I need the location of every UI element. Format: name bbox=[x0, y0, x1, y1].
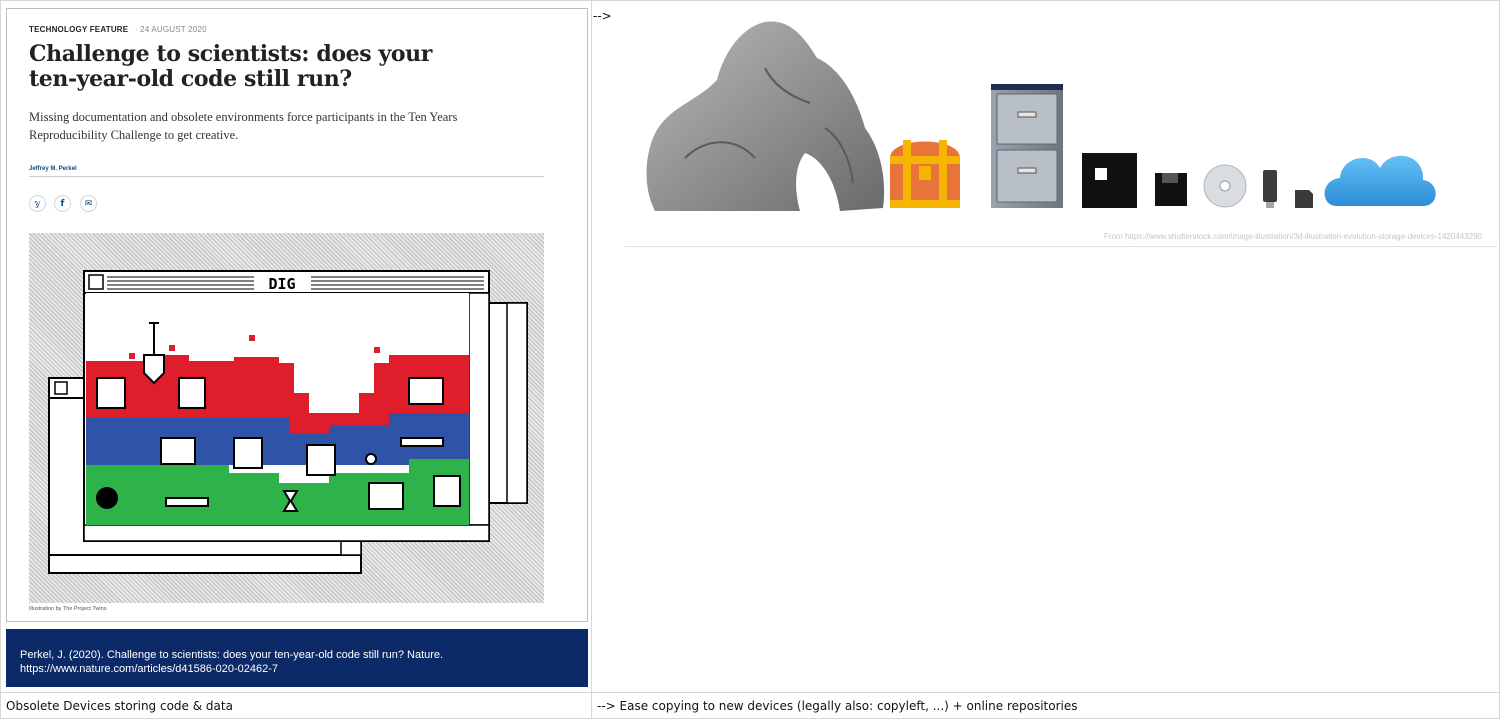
email-icon[interactable]: ✉ bbox=[80, 195, 97, 212]
small-floppy-icon bbox=[1155, 173, 1187, 206]
grid-caption-row bbox=[0, 692, 1500, 693]
storage-evolution-image bbox=[625, 8, 1497, 246]
illustration-credit: Illustration by The Project Twins bbox=[29, 606, 107, 612]
article-kicker-label: TECHNOLOGY FEATURE bbox=[29, 25, 129, 34]
twitter-icon[interactable]: 𝕪 bbox=[29, 195, 46, 212]
article-title[interactable]: Challenge to scientists: does your ten-y… bbox=[29, 42, 469, 92]
facebook-icon[interactable]: f bbox=[54, 195, 71, 212]
cloud-icon bbox=[1324, 155, 1436, 206]
filing-cabinet-icon bbox=[991, 84, 1063, 208]
grid-middle bbox=[591, 0, 592, 719]
storage-image-divider bbox=[625, 246, 1497, 247]
image-source-link[interactable]: From https://www.shutterstock.com/image-… bbox=[1030, 232, 1482, 241]
reference-citation: Perkel, J. (2020). Challenge to scientis… bbox=[20, 649, 444, 661]
dig-window-title: DIG bbox=[268, 275, 295, 293]
article-date-text: 24 AUGUST 2020 bbox=[140, 25, 207, 34]
arrow-marker: --> bbox=[593, 9, 612, 23]
article-divider bbox=[29, 176, 544, 177]
rock-icon bbox=[646, 21, 885, 211]
caption-left: Obsolete Devices storing code & data bbox=[6, 699, 233, 713]
article-author[interactable]: Jeffrey M. Perkel bbox=[29, 166, 77, 172]
treasure-chest-icon bbox=[890, 140, 960, 208]
article-standfirst: Missing documentation and obsolete envir… bbox=[29, 110, 458, 142]
grid-top bbox=[0, 0, 1500, 1]
floppy-disk-icon bbox=[1082, 153, 1137, 208]
dig-game-illustration: DIG bbox=[48, 270, 528, 574]
article-date: · 24 AUGUST 2020 bbox=[134, 25, 207, 34]
usb-stick-icon bbox=[1263, 170, 1277, 208]
reference-box: Perkel, J. (2020). Challenge to scientis… bbox=[6, 629, 588, 687]
reference-url[interactable]: https://www.nature.com/articles/d41586-0… bbox=[20, 662, 588, 676]
cd-icon bbox=[1203, 164, 1247, 208]
article-card: TECHNOLOGY FEATURE · 24 AUGUST 2020 Chal… bbox=[6, 8, 588, 622]
article-kicker: TECHNOLOGY FEATURE · 24 AUGUST 2020 bbox=[29, 25, 207, 34]
article-illustration: DIG bbox=[29, 233, 544, 603]
caption-right: --> Ease copying to new devices (legally… bbox=[597, 699, 1078, 713]
sd-card-icon bbox=[1295, 190, 1313, 208]
grid-left bbox=[0, 0, 1, 719]
